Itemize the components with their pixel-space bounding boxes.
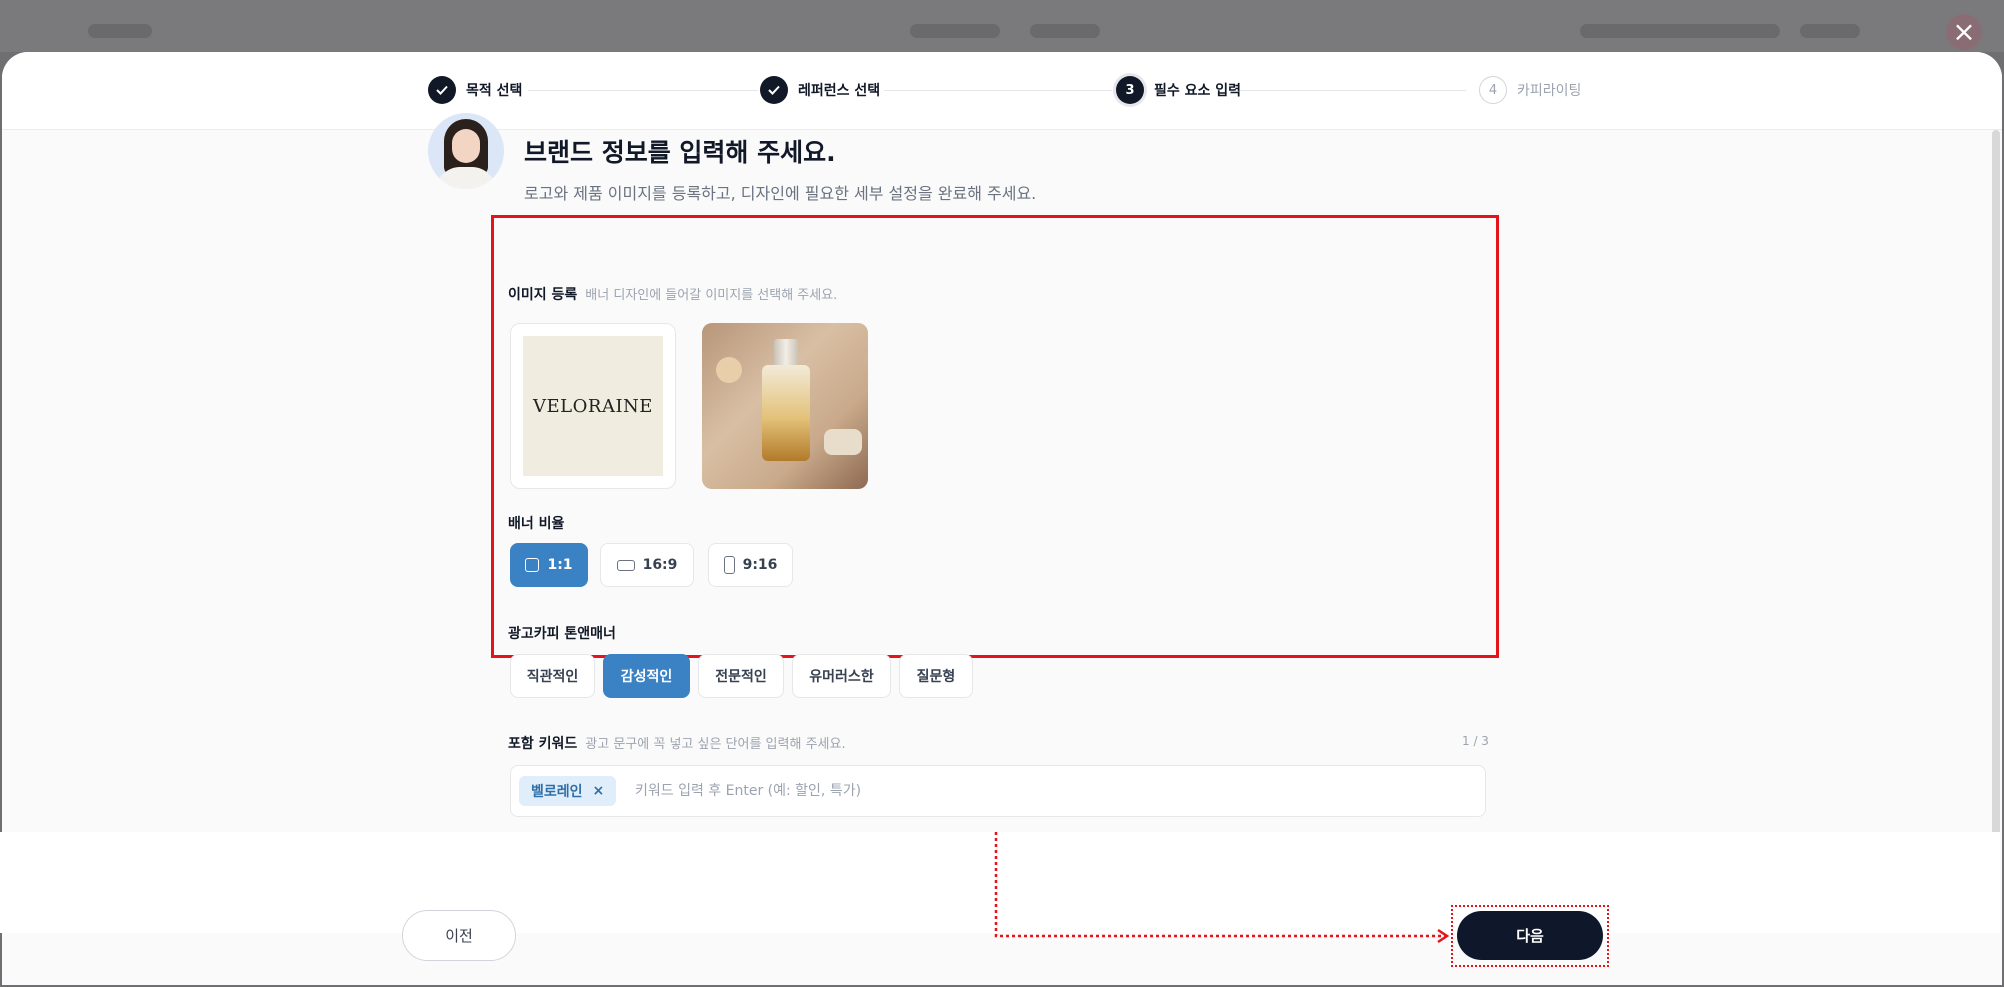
step-number: 4 [1479,76,1507,104]
ratio-section-title: 배너 비율 [508,513,564,533]
chip-label: 벨로레인 [531,784,583,800]
product-image-card[interactable] [702,323,868,489]
close-icon[interactable]: × [1946,14,1982,50]
section-label: 포함 키워드 [508,736,578,752]
tone-section-title: 광고카피 톤앤매너 [508,623,616,643]
page-subtitle: 로고와 제품 이미지를 등록하고, 디자인에 필요한 세부 설정을 완료해 주세… [524,184,1037,203]
step-connector [884,90,1112,91]
keyword-counter: 1 / 3 [1462,734,1489,748]
keyword-section-title: 포함 키워드 광고 문구에 꼭 넣고 싶은 단어를 입력해 주세요. [508,733,846,753]
step-copywriting: 4 카피라이팅 [1479,76,1581,104]
prev-button[interactable]: 이전 [402,910,516,961]
background-menu [1800,24,1860,38]
tone-option-humorous[interactable]: 유머러스한 [792,654,891,698]
check-icon [760,76,788,104]
avatar [428,113,504,189]
flower-decoration [716,357,742,383]
step-label: 필수 요소 입력 [1154,83,1242,99]
page-title: 브랜드 정보를 입력해 주세요. [524,138,836,167]
ratio-option-16-9[interactable]: 16:9 [600,543,694,587]
page-header: 브랜드 정보를 입력해 주세요. 로고와 제품 이미지를 등록하고, 디자인에 … [428,113,1036,204]
modal-footer [0,832,2000,933]
tone-option-question[interactable]: 질문형 [899,654,973,698]
step-label: 목적 선택 [466,83,523,99]
next-button[interactable]: 다음 [1457,911,1603,960]
option-label: 1:1 [547,557,573,573]
step-connector [1240,90,1466,91]
landscape-icon [616,559,635,571]
step-label: 레퍼런스 선택 [798,83,881,99]
remove-chip-icon[interactable]: × [593,783,605,799]
option-label: 유머러스한 [809,669,874,685]
option-label: 질문형 [916,669,956,685]
option-label: 직관적인 [526,669,579,685]
section-label: 이미지 등록 [508,287,578,303]
step-reference: 레퍼런스 선택 [760,76,880,104]
background-nav-item [1030,24,1100,38]
tone-option-intuitive[interactable]: 직관적인 [510,654,595,698]
section-label: 광고카피 톤앤매너 [508,626,616,642]
background-menu [1580,24,1780,38]
perfume-cap [774,339,798,367]
cream-jar [824,429,862,455]
keyword-input[interactable] [635,776,1455,806]
logo-image-card[interactable]: VELORAINE [510,323,676,489]
brand-logo: VELORAINE [523,336,663,476]
scrollbar[interactable] [1992,130,2000,870]
section-label: 배너 비율 [508,516,565,532]
option-label: 감성적인 [620,669,673,685]
tone-option-professional[interactable]: 전문적인 [698,654,784,698]
keyword-field[interactable]: 벨로레인 × [510,765,1486,817]
option-label: 16:9 [642,557,678,573]
option-label: 9:16 [742,557,778,573]
check-icon [428,76,456,104]
step-label: 카피라이팅 [1517,83,1582,99]
image-section-title: 이미지 등록 배너 디자인에 들어갈 이미지를 선택해 주세요. [508,284,837,304]
step-purpose: 목적 선택 [428,76,522,104]
step-required-elements: 3 필수 요소 입력 [1116,76,1241,104]
section-hint: 광고 문구에 꼭 넣고 싶은 단어를 입력해 주세요. [585,737,846,752]
ratio-option-1-1[interactable]: 1:1 [510,543,588,587]
tone-option-emotional[interactable]: 감성적인 [603,654,690,698]
background-nav-item [910,24,1000,38]
step-number: 3 [1116,76,1144,104]
option-label: 전문적인 [715,669,767,685]
ratio-option-9-16[interactable]: 9:16 [708,543,793,587]
background-logo [88,24,152,38]
section-hint: 배너 디자인에 들어갈 이미지를 선택해 주세요. [585,288,838,303]
square-icon [525,558,540,572]
step-connector [528,90,758,91]
keyword-chip: 벨로레인 × [519,776,617,806]
perfume-bottle [762,365,810,461]
portrait-icon [723,556,735,574]
